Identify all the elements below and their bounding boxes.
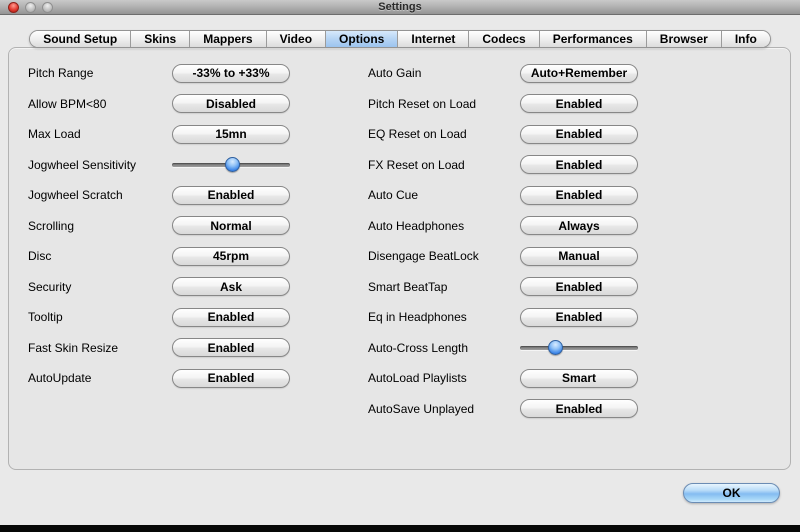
tab-performances[interactable]: Performances [538, 31, 646, 47]
tab-video[interactable]: Video [265, 31, 326, 47]
row-pitch-range: Pitch Range -33% to +33% [28, 58, 290, 89]
pitch-reset-button[interactable]: Enabled [520, 94, 638, 114]
slider-thumb[interactable] [225, 156, 241, 172]
autoload-playlists-label: AutoLoad Playlists [368, 371, 467, 386]
row-tooltip: Tooltip Enabled [28, 302, 290, 333]
max-load-button[interactable]: 15mn [172, 124, 290, 144]
row-eq-reset: EQ Reset on Load Enabled [368, 119, 638, 150]
row-max-load: Max Load 15mn [28, 119, 290, 150]
eq-reset-label: EQ Reset on Load [368, 127, 467, 142]
tab-options[interactable]: Options [325, 31, 398, 47]
window-title: Settings [378, 1, 422, 13]
window-controls [8, 2, 53, 13]
row-disengage-beatlock: Disengage BeatLock Manual [368, 241, 638, 272]
row-smart-beattap: Smart BeatTap Enabled [368, 272, 638, 303]
auto-headphones-label: Auto Headphones [368, 218, 465, 233]
row-autoload-playlists: AutoLoad Playlists Smart [368, 363, 638, 394]
titlebar: Settings [0, 0, 800, 15]
row-auto-gain: Auto Gain Auto+Remember [368, 58, 638, 89]
jogwheel-scratch-label: Jogwheel Scratch [28, 188, 123, 203]
row-jogwheel-sensitivity: Jogwheel Sensitivity [28, 150, 290, 181]
close-button[interactable] [8, 2, 19, 13]
row-autosave-unplayed: AutoSave Unplayed Enabled [368, 394, 638, 425]
row-auto-cross-length: Auto-Cross Length [368, 333, 638, 364]
max-load-label: Max Load [28, 127, 81, 142]
tab-codecs[interactable]: Codecs [468, 31, 539, 47]
slider-thumb[interactable] [548, 339, 564, 355]
tab-info[interactable]: Info [720, 31, 770, 47]
minimize-button[interactable] [25, 2, 36, 13]
options-column-right: Auto Gain Auto+Remember Pitch Reset on L… [368, 58, 638, 424]
ok-button[interactable]: OK [683, 483, 780, 503]
tab-bar: Sound Setup Skins Mappers Video Options … [0, 30, 800, 48]
disengage-beatlock-label: Disengage BeatLock [368, 249, 479, 264]
row-fast-skin-resize: Fast Skin Resize Enabled [28, 333, 290, 364]
auto-cross-length-label: Auto-Cross Length [368, 340, 469, 355]
tab-sound-setup[interactable]: Sound Setup [30, 31, 131, 47]
auto-cue-label: Auto Cue [368, 188, 419, 203]
pitch-range-button[interactable]: -33% to +33% [172, 63, 290, 83]
row-security: Security Ask [28, 272, 290, 303]
auto-gain-button[interactable]: Auto+Remember [520, 63, 638, 83]
disc-label: Disc [28, 249, 52, 264]
slider-track[interactable] [520, 345, 638, 350]
row-pitch-reset: Pitch Reset on Load Enabled [368, 89, 638, 120]
fx-reset-button[interactable]: Enabled [520, 155, 638, 175]
security-button[interactable]: Ask [172, 277, 290, 297]
fx-reset-label: FX Reset on Load [368, 157, 465, 172]
autoload-playlists-button[interactable]: Smart [520, 368, 638, 388]
row-scrolling: Scrolling Normal [28, 211, 290, 242]
auto-cross-length-slider[interactable] [520, 339, 638, 356]
tab-skins[interactable]: Skins [130, 31, 190, 47]
disengage-beatlock-button[interactable]: Manual [520, 246, 638, 266]
security-label: Security [28, 279, 72, 294]
row-autoupdate: AutoUpdate Enabled [28, 363, 290, 394]
settings-window: Settings Sound Setup Skins Mappers Video… [0, 0, 800, 532]
autoupdate-button[interactable]: Enabled [172, 368, 290, 388]
background-app-strip [0, 525, 800, 532]
tab-browser[interactable]: Browser [645, 31, 721, 47]
tab-mappers[interactable]: Mappers [189, 31, 266, 47]
row-eq-in-headphones: Eq in Headphones Enabled [368, 302, 638, 333]
allow-bpm-label: Allow BPM<80 [28, 96, 107, 111]
auto-cue-button[interactable]: Enabled [520, 185, 638, 205]
autoupdate-label: AutoUpdate [28, 371, 92, 386]
tooltip-button[interactable]: Enabled [172, 307, 290, 327]
scrolling-button[interactable]: Normal [172, 216, 290, 236]
tooltip-label: Tooltip [28, 310, 63, 325]
auto-gain-label: Auto Gain [368, 66, 422, 81]
eq-in-headphones-button[interactable]: Enabled [520, 307, 638, 327]
tab-internet[interactable]: Internet [397, 31, 469, 47]
eq-reset-button[interactable]: Enabled [520, 124, 638, 144]
row-jogwheel-scratch: Jogwheel Scratch Enabled [28, 180, 290, 211]
pitch-range-label: Pitch Range [28, 66, 94, 81]
smart-beattap-button[interactable]: Enabled [520, 277, 638, 297]
scrolling-label: Scrolling [28, 218, 75, 233]
row-auto-headphones: Auto Headphones Always [368, 211, 638, 242]
row-allow-bpm: Allow BPM<80 Disabled [28, 89, 290, 120]
autosave-unplayed-label: AutoSave Unplayed [368, 401, 475, 416]
jogwheel-scratch-button[interactable]: Enabled [172, 185, 290, 205]
zoom-button[interactable] [42, 2, 53, 13]
jogwheel-sensitivity-slider[interactable] [172, 156, 290, 173]
pitch-reset-label: Pitch Reset on Load [368, 96, 477, 111]
allow-bpm-button[interactable]: Disabled [172, 94, 290, 114]
auto-headphones-button[interactable]: Always [520, 216, 638, 236]
disc-button[interactable]: 45rpm [172, 246, 290, 266]
fast-skin-resize-label: Fast Skin Resize [28, 340, 119, 355]
fast-skin-resize-button[interactable]: Enabled [172, 338, 290, 358]
row-fx-reset: FX Reset on Load Enabled [368, 150, 638, 181]
eq-in-headphones-label: Eq in Headphones [368, 310, 467, 325]
smart-beattap-label: Smart BeatTap [368, 279, 448, 294]
jogwheel-sensitivity-label: Jogwheel Sensitivity [28, 157, 137, 172]
autosave-unplayed-button[interactable]: Enabled [520, 399, 638, 419]
row-disc: Disc 45rpm [28, 241, 290, 272]
row-auto-cue: Auto Cue Enabled [368, 180, 638, 211]
options-column-left: Pitch Range -33% to +33% Allow BPM<80 Di… [28, 58, 290, 394]
